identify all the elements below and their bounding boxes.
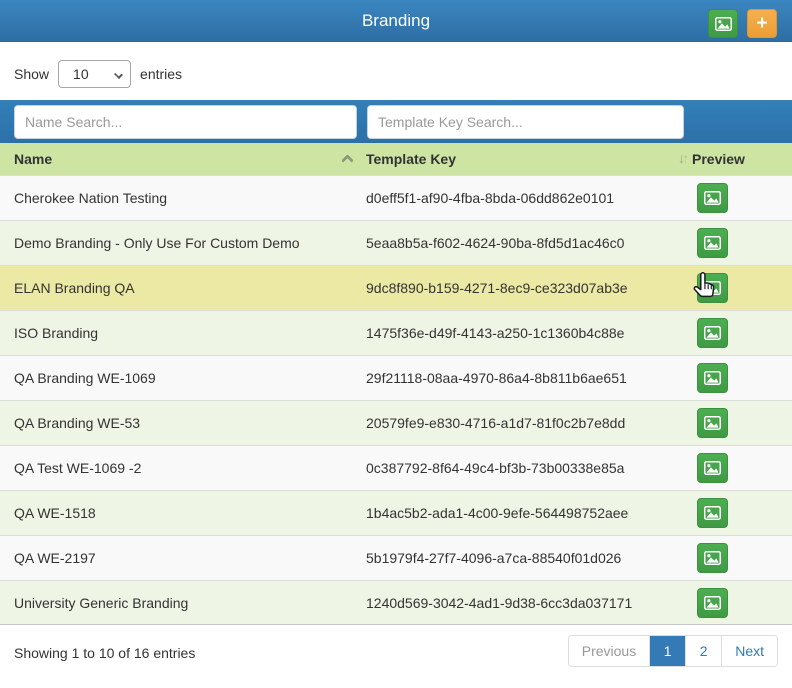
pagination: Previous 1 2 Next	[568, 635, 778, 667]
preview-button[interactable]	[697, 183, 728, 213]
row-name: Cherokee Nation Testing	[14, 190, 366, 206]
title-bar-actions: +	[708, 9, 777, 38]
row-template-key: 29f21118-08aa-4970-86a4-8b811b6ae651	[366, 370, 692, 386]
row-name: University Generic Branding	[14, 595, 366, 611]
row-template-key: d0eff5f1-af90-4fba-8bda-06dd862e0101	[366, 190, 692, 206]
preview-button[interactable]	[697, 318, 728, 348]
table-row[interactable]: Cherokee Nation Testing d0eff5f1-af90-4f…	[0, 175, 792, 220]
table-row[interactable]: QA Test WE-1069 -2 0c387792-8f64-49c4-bf…	[0, 445, 792, 490]
preview-button[interactable]	[697, 363, 728, 393]
pagination-page-1[interactable]: 1	[649, 636, 685, 666]
row-template-key: 9dc8f890-b159-4271-8ec9-ce323d07ab3e	[366, 280, 692, 296]
picture-icon	[704, 416, 721, 430]
template-key-search-input[interactable]	[367, 105, 684, 139]
sort-asc-icon	[341, 154, 354, 167]
table-footer: Showing 1 to 10 of 16 entries Previous 1…	[0, 625, 792, 688]
row-name: QA WE-2197	[14, 550, 366, 566]
pagination-previous[interactable]: Previous	[569, 636, 649, 666]
preview-button[interactable]	[697, 498, 728, 528]
branding-page: Branding + Show 10 entries Name Te	[0, 0, 792, 688]
row-template-key: 5b1979f4-27f7-4096-a7ca-88540f01d026	[366, 550, 692, 566]
table-header: Name Template Key ↓↑ Preview	[0, 143, 792, 175]
length-label-after: entries	[140, 66, 182, 82]
row-name: Demo Branding - Only Use For Custom Demo	[14, 235, 366, 251]
picture-icon	[704, 551, 721, 565]
add-branding-button[interactable]: +	[747, 9, 777, 38]
entries-select[interactable]: 10	[58, 60, 131, 88]
picture-icon	[704, 596, 721, 610]
table-row[interactable]: University Generic Branding 1240d569-304…	[0, 580, 792, 625]
row-name: ELAN Branding QA	[14, 280, 366, 296]
column-header-template-key[interactable]: Template Key ↓↑	[366, 151, 692, 167]
row-template-key: 0c387792-8f64-49c4-bf3b-73b00338e85a	[366, 460, 692, 476]
row-template-key: 20579fe9-e830-4716-a1d7-81f0c2b7e8dd	[366, 415, 692, 431]
picture-icon	[715, 17, 732, 31]
row-name: QA Branding WE-1069	[14, 370, 366, 386]
preview-button[interactable]	[697, 543, 728, 573]
table-row[interactable]: QA WE-2197 5b1979f4-27f7-4096-a7ca-88540…	[0, 535, 792, 580]
row-name: QA Branding WE-53	[14, 415, 366, 431]
name-search-input[interactable]	[14, 105, 357, 139]
picture-icon	[704, 371, 721, 385]
table-body: Cherokee Nation Testing d0eff5f1-af90-4f…	[0, 175, 792, 625]
preview-button[interactable]	[697, 453, 728, 483]
length-label-before: Show	[14, 66, 49, 82]
preview-button[interactable]	[697, 588, 728, 618]
preview-button[interactable]	[697, 408, 728, 438]
row-template-key: 1b4ac5b2-ada1-4c00-9efe-564498752aee	[366, 505, 692, 521]
picture-icon	[704, 191, 721, 205]
table-row[interactable]: QA WE-1518 1b4ac5b2-ada1-4c00-9efe-56449…	[0, 490, 792, 535]
row-template-key: 1475f36e-d49f-4143-a250-1c1360b4c88e	[366, 325, 692, 341]
row-name: QA WE-1518	[14, 505, 366, 521]
length-select-wrap: 10	[58, 60, 131, 88]
preview-all-button[interactable]	[708, 9, 738, 38]
title-bar: Branding +	[0, 0, 792, 42]
row-template-key: 5eaa8b5a-f602-4624-90ba-8fd5d1ac46c0	[366, 235, 692, 251]
picture-icon	[704, 326, 721, 340]
picture-icon	[704, 281, 721, 295]
page-title: Branding	[362, 11, 430, 31]
picture-icon	[704, 236, 721, 250]
column-header-preview: Preview	[692, 151, 792, 167]
row-name: ISO Branding	[14, 325, 366, 341]
picture-icon	[704, 461, 721, 475]
preview-button[interactable]	[697, 273, 728, 303]
pagination-next[interactable]: Next	[721, 636, 777, 666]
preview-button[interactable]	[697, 228, 728, 258]
filter-bar	[0, 100, 792, 143]
row-name: QA Test WE-1069 -2	[14, 460, 366, 476]
row-template-key: 1240d569-3042-4ad1-9d38-6cc3da037171	[366, 595, 692, 611]
column-header-name[interactable]: Name	[14, 151, 366, 167]
picture-icon	[704, 506, 721, 520]
entries-info: Showing 1 to 10 of 16 entries	[14, 645, 195, 661]
table-row[interactable]: ELAN Branding QA 9dc8f890-b159-4271-8ec9…	[0, 265, 792, 310]
length-menu: Show 10 entries	[0, 42, 792, 100]
pagination-page-2[interactable]: 2	[685, 636, 721, 666]
table-row[interactable]: QA Branding WE-53 20579fe9-e830-4716-a1d…	[0, 400, 792, 445]
table-row[interactable]: ISO Branding 1475f36e-d49f-4143-a250-1c1…	[0, 310, 792, 355]
table-row[interactable]: Demo Branding - Only Use For Custom Demo…	[0, 220, 792, 265]
table-row[interactable]: QA Branding WE-1069 29f21118-08aa-4970-8…	[0, 355, 792, 400]
sort-both-icon: ↓↑	[678, 150, 686, 166]
